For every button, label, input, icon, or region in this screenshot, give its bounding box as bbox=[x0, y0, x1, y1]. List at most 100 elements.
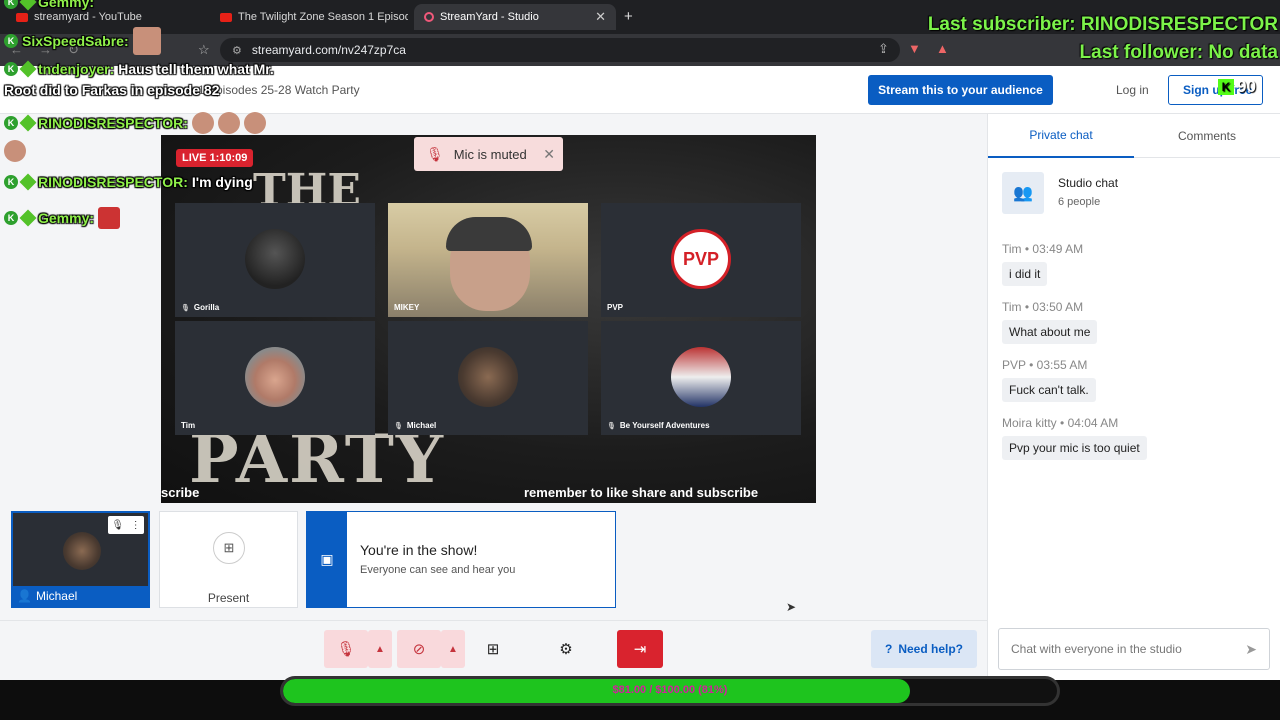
overlay-chat-user: Gemmy: bbox=[38, 0, 95, 10]
avatar bbox=[63, 532, 101, 570]
studio-chat-count: 6 people bbox=[1058, 196, 1101, 208]
kick-badge-icon: K bbox=[4, 34, 18, 48]
message-text: i did it bbox=[1002, 262, 1048, 286]
more-options-icon[interactable]: ⋮ bbox=[131, 520, 141, 531]
mic-off-icon: 🎙 bbox=[607, 422, 616, 430]
ticker-text: remember to like share and subscribe bbox=[524, 485, 759, 500]
screen: streamyard - YouTube The Twilight Zone S… bbox=[0, 0, 1280, 720]
in-show-notice: ▣ You're in the show! Everyone can see a… bbox=[306, 511, 616, 608]
pvp-logo: PVP bbox=[671, 229, 731, 289]
in-show-title: You're in the show! bbox=[360, 542, 478, 558]
kick-badge-icon: K bbox=[4, 116, 18, 130]
share-screen-button[interactable]: ⊞ bbox=[471, 630, 515, 668]
close-icon[interactable]: ✕ bbox=[543, 146, 555, 163]
mic-off-icon[interactable]: 🎙 bbox=[111, 520, 124, 531]
chat-input-placeholder: Chat with everyone in the studio bbox=[1011, 642, 1182, 656]
chat-message: Tim • 03:49 AM i did it bbox=[1002, 242, 1083, 286]
chat-panel: Private chat Comments 👥 Studio chat 6 pe… bbox=[987, 114, 1280, 680]
emote-icon bbox=[4, 140, 26, 162]
leave-studio-button[interactable]: ⇥ bbox=[617, 630, 663, 668]
self-name-label: 👤 Michael bbox=[13, 586, 148, 606]
address-bar[interactable]: ⚙ streamyard.com/nv247zp7ca bbox=[220, 38, 900, 62]
participant-tile-be-yourself-adventures[interactable]: 🎙 Be Yourself Adventures bbox=[601, 321, 801, 435]
youtube-icon bbox=[220, 12, 232, 22]
in-show-subtitle: Everyone can see and hear you bbox=[360, 564, 516, 576]
camera-options-caret[interactable]: ▲ bbox=[441, 630, 465, 668]
present-tile[interactable]: ⊞ Present bbox=[159, 511, 298, 608]
message-author: Tim bbox=[1002, 242, 1022, 256]
send-icon[interactable]: ➤ bbox=[1245, 641, 1257, 658]
overlay-chat-line: K RINODISRESPECTOR: I'm dying bbox=[4, 173, 253, 191]
contact-card-icon: ▣ bbox=[307, 512, 347, 607]
message-time: 04:04 AM bbox=[1067, 416, 1119, 430]
emote-icon bbox=[243, 112, 266, 134]
mouse-cursor-icon: ➤ bbox=[786, 600, 797, 614]
gift-badge-icon bbox=[19, 173, 37, 191]
need-help-label: Need help? bbox=[898, 642, 964, 656]
mute-mic-button[interactable]: 🎙 bbox=[324, 630, 368, 668]
camera-off-icon: ⊘ bbox=[412, 641, 426, 658]
gear-icon: ⚙ bbox=[559, 641, 573, 658]
present-screen-icon: ⊞ bbox=[486, 641, 500, 658]
participant-tile-pvp[interactable]: PVP PVP bbox=[601, 203, 801, 317]
settings-button[interactable]: ⚙ bbox=[544, 630, 588, 668]
participant-name: Be Yourself Adventures bbox=[619, 421, 710, 430]
mic-off-icon: 🎙 bbox=[426, 145, 444, 162]
overlay-chat-user: RINODISRESPECTOR: bbox=[38, 174, 188, 190]
tab-twilight-zone[interactable]: The Twilight Zone Season 1 Episodes bbox=[210, 4, 408, 30]
login-link[interactable]: Log in bbox=[1116, 83, 1149, 97]
close-tab-icon[interactable]: ✕ bbox=[595, 9, 606, 25]
overlay-chat-line: K Gemmy: bbox=[4, 207, 121, 229]
gift-badge-icon bbox=[19, 0, 37, 11]
self-name: Michael bbox=[35, 589, 78, 603]
pvp-logo-text: PVP bbox=[682, 248, 720, 269]
message-author: Moira kitty bbox=[1002, 416, 1057, 430]
gift-badge-icon bbox=[19, 209, 37, 227]
avatar bbox=[458, 347, 518, 407]
tab-comments[interactable]: Comments bbox=[1134, 114, 1280, 158]
viewer-count: 90 bbox=[1237, 77, 1256, 96]
self-preview-tile[interactable]: 🎙 ⋮ 👤 Michael bbox=[11, 511, 150, 608]
participant-tile-michael[interactable]: 🎙 Michael bbox=[388, 321, 588, 435]
donation-goal-bar: $81.00 / $100.00 (81%) bbox=[280, 676, 1060, 706]
gift-badge-icon bbox=[19, 60, 37, 78]
chat-message: Moira kitty • 04:04 AM Pvp your mic is t… bbox=[1002, 416, 1147, 460]
message-text: Fuck can't talk. bbox=[1002, 378, 1096, 402]
studio-chat-card: 👥 Studio chat 6 people bbox=[1002, 172, 1268, 216]
broadcast-stage: THE PARTY LIVE 1:10:09 🎙 Gorilla MIKEY PV… bbox=[161, 135, 816, 503]
overlay-chat-line: Root did to Farkas in episode 82 bbox=[4, 82, 219, 98]
participant-name: Michael bbox=[406, 421, 437, 430]
tab-title: streamyard - YouTube bbox=[34, 11, 142, 23]
avatar bbox=[671, 347, 731, 407]
participant-tile-tim[interactable]: Tim bbox=[175, 321, 375, 435]
need-help-button[interactable]: ? Need help? bbox=[871, 630, 977, 668]
chat-input[interactable]: Chat with everyone in the studio ➤ bbox=[998, 628, 1270, 670]
viewer-counter: K 90 bbox=[1218, 77, 1256, 97]
tab-streamyard[interactable]: StreamYard - Studio ✕ bbox=[414, 4, 616, 30]
stream-to-audience-button[interactable]: Stream this to your audience bbox=[868, 75, 1053, 105]
person-icon: 👤 bbox=[17, 589, 32, 603]
bookmark-icon[interactable]: ☆ bbox=[198, 42, 210, 58]
mic-off-icon: 🎙 bbox=[181, 304, 190, 312]
emote-icon bbox=[191, 112, 214, 134]
participant-tile-mikey[interactable]: MIKEY bbox=[388, 203, 588, 317]
participant-tile-gorilla[interactable]: 🎙 Gorilla bbox=[175, 203, 375, 317]
mic-options-caret[interactable]: ▲ bbox=[368, 630, 392, 668]
site-info-icon[interactable]: ⚙ bbox=[232, 44, 242, 57]
message-text: Pvp your mic is too quiet bbox=[1002, 436, 1147, 460]
overlay-chat-text: Haus tell them what Mr. bbox=[118, 61, 274, 77]
tab-private-chat[interactable]: Private chat bbox=[988, 114, 1134, 158]
overlay-chat-user: Gemmy: bbox=[38, 210, 95, 226]
message-author: Tim bbox=[1002, 300, 1022, 314]
overlay-chat-line: K tndenjoyer: Haus tell them what Mr. bbox=[4, 60, 274, 78]
camera-toggle-button[interactable]: ⊘ bbox=[397, 630, 441, 668]
new-tab-icon[interactable]: + bbox=[624, 8, 633, 25]
overlay-chat-line bbox=[4, 140, 26, 162]
overlay-chat-user: SixSpeedSabre: bbox=[22, 33, 129, 49]
brave-rewards-icon[interactable]: ▲ bbox=[936, 41, 949, 56]
message-time: 03:49 AM bbox=[1032, 242, 1084, 256]
brave-shield-icon[interactable]: ▼ bbox=[908, 41, 921, 56]
message-author: PVP bbox=[1002, 358, 1026, 372]
share-icon[interactable]: ⇪ bbox=[878, 41, 889, 57]
youtube-icon bbox=[16, 12, 28, 22]
